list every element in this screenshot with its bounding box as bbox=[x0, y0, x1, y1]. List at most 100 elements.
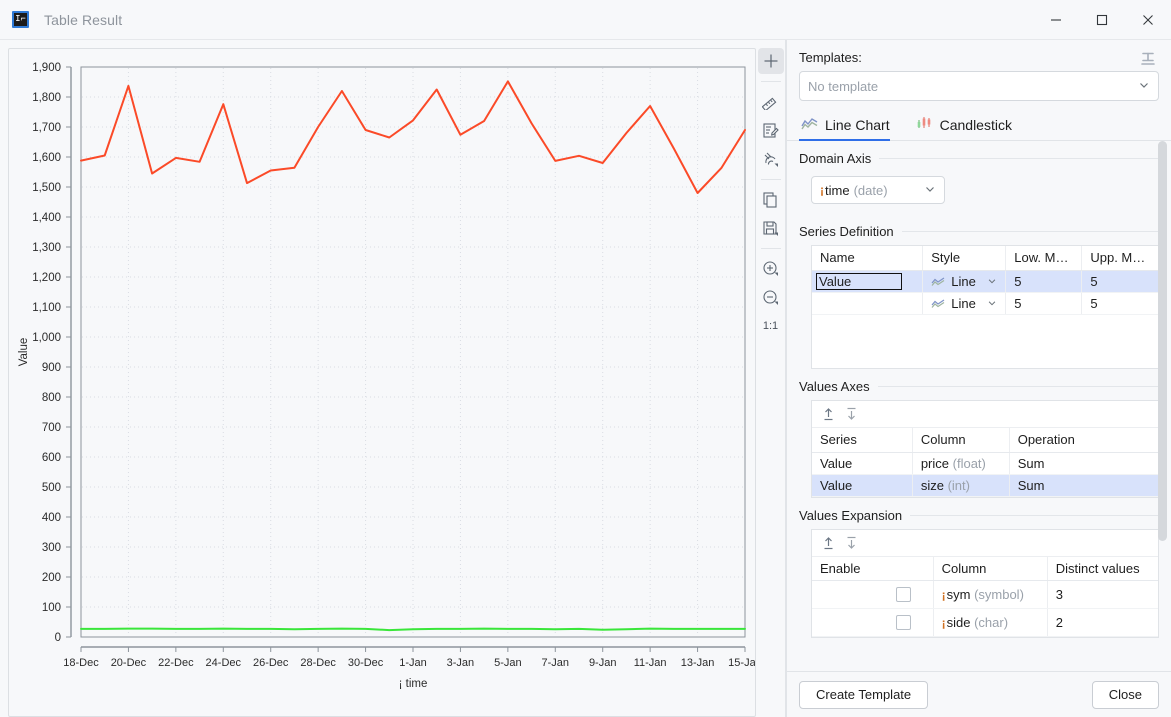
chart-pane: 0 100 200 300 400 500 600 700 800 900 1,000 1,100 1,… bbox=[0, 40, 756, 717]
series-name-input[interactable]: Value bbox=[816, 272, 902, 290]
move-up-icon[interactable] bbox=[822, 407, 835, 421]
svg-text:1,900: 1,900 bbox=[32, 62, 61, 74]
zoom-reset-icon[interactable]: 1:1 bbox=[758, 313, 784, 339]
tab-line-chart[interactable]: Line Chart bbox=[799, 109, 900, 141]
table-row[interactable]: Value size (int) Sum bbox=[812, 474, 1158, 497]
axis-column-cell[interactable]: size (int) bbox=[912, 474, 1010, 497]
move-up-icon[interactable] bbox=[822, 536, 835, 550]
zoom-in-icon[interactable] bbox=[758, 255, 784, 281]
svg-text:1-Jan: 1-Jan bbox=[399, 657, 427, 669]
axis-column-cell[interactable]: price (float) bbox=[912, 452, 1010, 475]
values-axes-grid[interactable]: Series Column Operation Value price (flo… bbox=[811, 400, 1159, 498]
chart-card[interactable]: 0 100 200 300 400 500 600 700 800 900 1,000 1,100 1,… bbox=[8, 48, 756, 717]
col-header-series[interactable]: Series bbox=[812, 428, 913, 453]
move-down-icon[interactable] bbox=[845, 407, 858, 421]
create-template-button[interactable]: Create Template bbox=[799, 680, 929, 709]
zoom-out-icon[interactable] bbox=[758, 284, 784, 310]
table-row[interactable]: ¡side (char) 2 bbox=[812, 608, 1158, 637]
series-name-cell[interactable] bbox=[812, 292, 924, 315]
col-header-operation[interactable]: Operation bbox=[1009, 428, 1158, 453]
series-style-cell[interactable]: Line bbox=[922, 292, 1007, 315]
tab-candlestick[interactable]: Candlestick bbox=[914, 109, 1022, 140]
panel-scrollbar-thumb[interactable] bbox=[1158, 141, 1167, 541]
annotate-icon[interactable] bbox=[758, 117, 784, 143]
chevron-down-icon[interactable] bbox=[987, 296, 997, 311]
table-row[interactable]: Value price (float) Sum bbox=[812, 452, 1158, 475]
enable-checkbox[interactable] bbox=[895, 615, 911, 630]
tab-line-chart-label: Line Chart bbox=[825, 116, 890, 133]
axis-column-name: price bbox=[920, 455, 950, 471]
col-header-name[interactable]: Name bbox=[812, 246, 924, 271]
svg-text:1,200: 1,200 bbox=[32, 272, 61, 284]
ruler-icon[interactable] bbox=[758, 88, 784, 114]
svg-text:200: 200 bbox=[42, 572, 61, 584]
values-expansion-grid[interactable]: Enable Column Distinct values ¡sym (symb… bbox=[811, 528, 1159, 638]
chart-tools-toolbar: 1:1 bbox=[756, 40, 786, 717]
svg-text:Value: Value bbox=[18, 338, 30, 367]
close-icon[interactable] bbox=[1125, 0, 1171, 40]
axis-operation-cell[interactable]: Sum bbox=[1009, 474, 1158, 497]
col-header-lower-margin[interactable]: Low. Mar... bbox=[1005, 246, 1083, 271]
series-lower-margin-cell[interactable]: 5 bbox=[1005, 270, 1083, 293]
col-header-distinct-values[interactable]: Distinct values bbox=[1047, 556, 1158, 581]
axis-series-cell[interactable]: Value bbox=[812, 474, 913, 497]
svg-text:1,800: 1,800 bbox=[32, 92, 61, 104]
col-header-style[interactable]: Style bbox=[922, 246, 1007, 271]
svg-text:9-Jan: 9-Jan bbox=[589, 657, 617, 669]
series-name-cell[interactable]: Value bbox=[812, 270, 924, 293]
magnet-snap-icon[interactable] bbox=[758, 146, 784, 172]
tab-candlestick-label: Candlestick bbox=[939, 116, 1012, 133]
template-stamp-icon[interactable] bbox=[1137, 48, 1159, 70]
svg-text:20-Dec: 20-Dec bbox=[111, 657, 147, 669]
svg-text:0: 0 bbox=[55, 632, 61, 644]
window-controls bbox=[1033, 0, 1171, 40]
col-header-enable[interactable]: Enable bbox=[812, 556, 934, 581]
expansion-column-type: (symbol) bbox=[974, 587, 1024, 602]
col-header-upper-margin[interactable]: Upp. Ma... bbox=[1081, 246, 1158, 271]
chart-type-tabs: Line Chart Candlestick bbox=[787, 109, 1171, 141]
axis-column-type: (float) bbox=[952, 455, 986, 471]
template-select[interactable]: No template bbox=[799, 71, 1159, 101]
expansion-column-cell[interactable]: ¡side (char) bbox=[933, 608, 1048, 637]
title-bar: I⌐ Table Result bbox=[0, 0, 1171, 40]
save-icon[interactable] bbox=[758, 215, 784, 241]
expansion-column-cell[interactable]: ¡sym (symbol) bbox=[933, 580, 1048, 609]
svg-text:500: 500 bbox=[42, 482, 61, 494]
col-header-column[interactable]: Column bbox=[912, 428, 1010, 453]
table-row[interactable]: Value Line 5 5 bbox=[812, 270, 1158, 293]
table-row[interactable]: Line 5 5 bbox=[812, 292, 1158, 315]
expansion-distinct-cell[interactable]: 3 bbox=[1047, 580, 1158, 609]
axis-series-cell[interactable]: Value bbox=[812, 452, 913, 475]
line-chart-plot[interactable]: 0 100 200 300 400 500 600 700 800 900 1,000 1,100 1,… bbox=[9, 49, 755, 709]
templates-label: Templates: bbox=[799, 50, 862, 65]
chevron-down-icon[interactable] bbox=[987, 274, 997, 289]
expansion-enable-cell[interactable] bbox=[812, 580, 934, 609]
series-lower-margin-cell[interactable]: 5 bbox=[1005, 292, 1083, 315]
template-select-value: No template bbox=[808, 78, 879, 94]
svg-text:1,600: 1,600 bbox=[32, 152, 61, 164]
minimize-icon[interactable] bbox=[1033, 0, 1079, 40]
series-definition-grid[interactable]: Name Style Low. Mar... Upp. Ma... Value bbox=[811, 245, 1159, 369]
col-header-column[interactable]: Column bbox=[933, 556, 1048, 581]
expansion-enable-cell[interactable] bbox=[812, 608, 934, 637]
table-row[interactable]: ¡sym (symbol) 3 bbox=[812, 580, 1158, 609]
series-upper-margin-cell[interactable]: 5 bbox=[1081, 292, 1158, 315]
maximize-icon[interactable] bbox=[1079, 0, 1125, 40]
expansion-distinct-cell[interactable]: 2 bbox=[1047, 608, 1158, 637]
svg-text:300: 300 bbox=[42, 542, 61, 554]
section-rule bbox=[879, 158, 1159, 159]
axis-column-type: (int) bbox=[947, 477, 970, 493]
copy-icon[interactable] bbox=[758, 186, 784, 212]
enable-checkbox[interactable] bbox=[895, 587, 911, 602]
domain-axis-select[interactable]: ¡ time (date) bbox=[811, 176, 945, 204]
series-upper-margin-cell[interactable]: 5 bbox=[1081, 270, 1158, 293]
crosshair-move-icon[interactable] bbox=[757, 48, 784, 74]
move-down-icon[interactable] bbox=[845, 536, 858, 550]
series-style-cell[interactable]: Line bbox=[922, 270, 1007, 293]
line-chart-icon bbox=[801, 116, 819, 133]
axis-operation-cell[interactable]: Sum bbox=[1009, 452, 1158, 475]
close-button[interactable]: Close bbox=[1091, 680, 1159, 709]
svg-text:1,100: 1,100 bbox=[32, 302, 61, 314]
table-header-row: Name Style Low. Mar... Upp. Ma... bbox=[812, 246, 1158, 271]
series-style-label: Line bbox=[951, 295, 976, 311]
